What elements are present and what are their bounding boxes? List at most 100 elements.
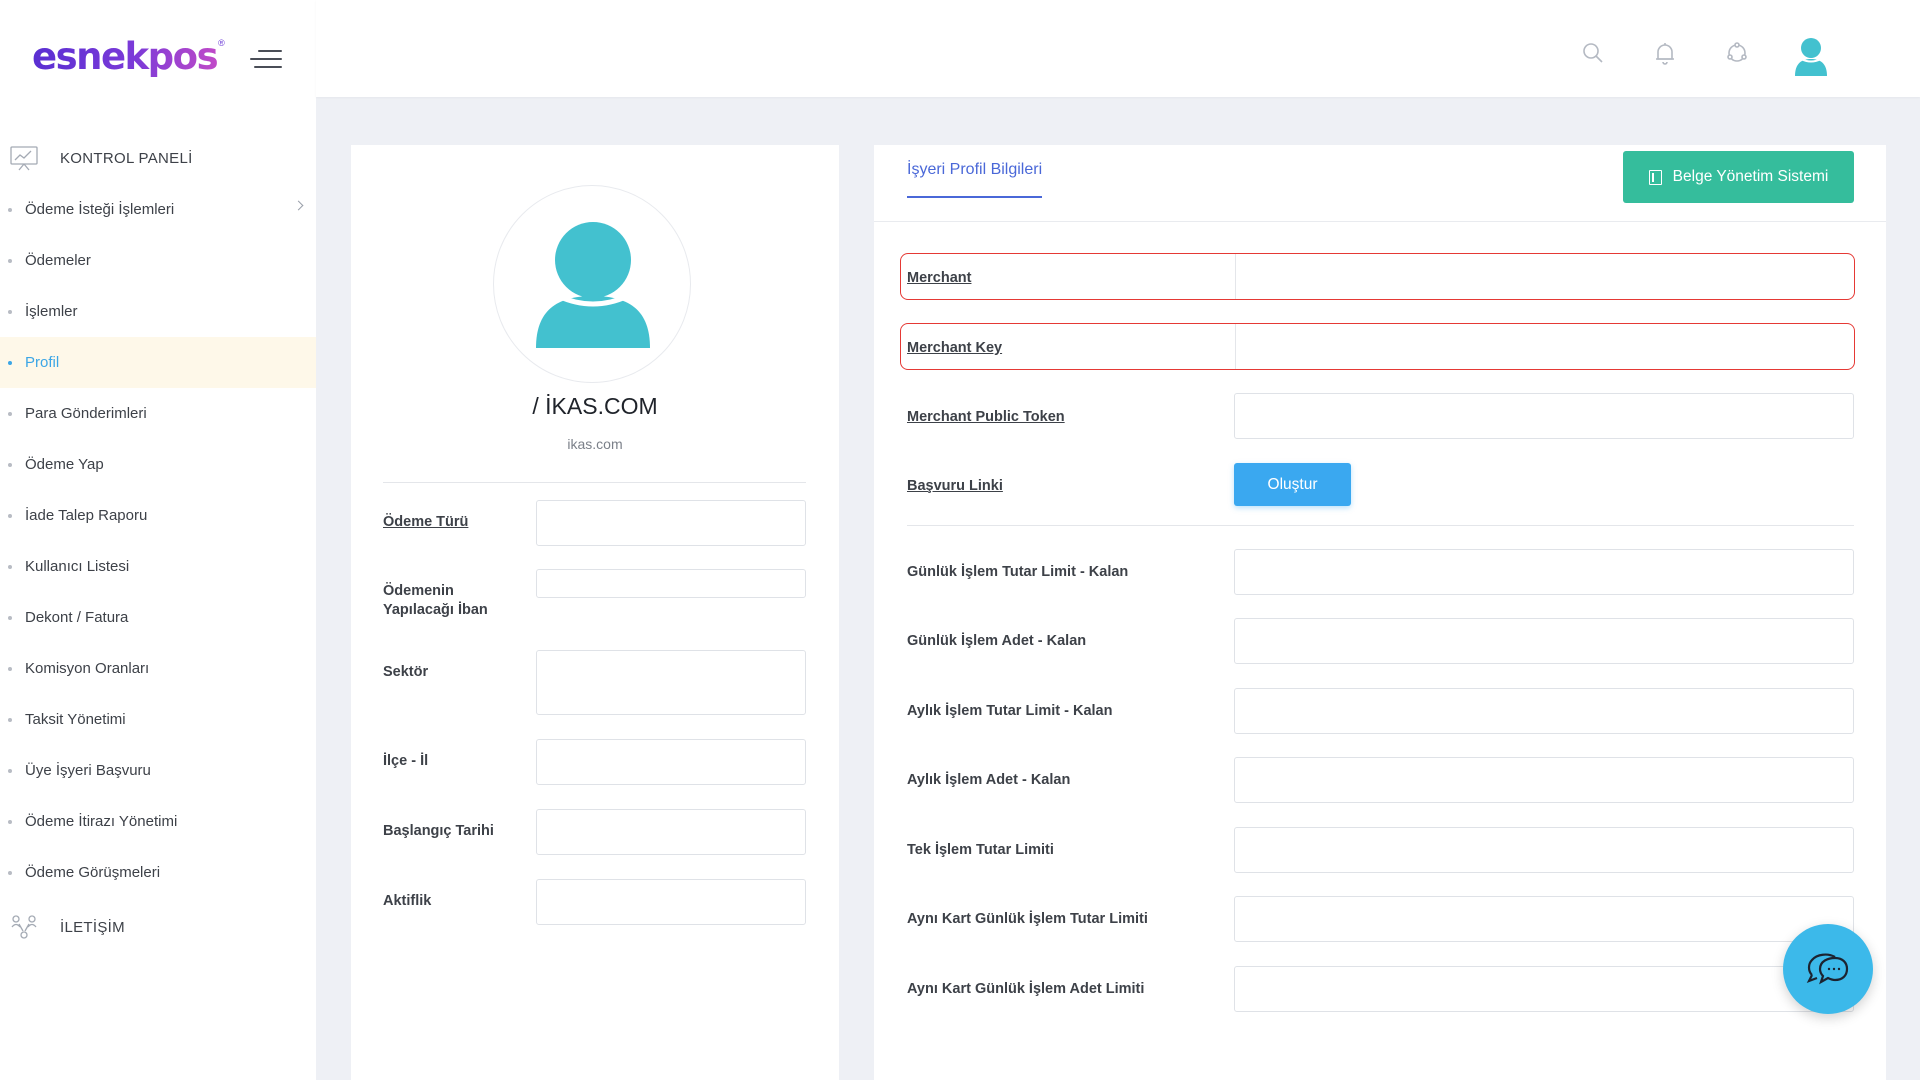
sidebar-item-uye-isyeri-basvuru[interactable]: Üye İşyeri Başvuru xyxy=(0,745,316,796)
document-management-button-label: Belge Yönetim Sistemi xyxy=(1672,168,1829,185)
section-kontrol-paneli-label: KONTROL PANELİ xyxy=(60,149,193,167)
contacts-network-icon xyxy=(8,911,40,943)
sidebar-item-odeme-istegi-islemleri[interactable]: Ödeme İsteği İşlemleri xyxy=(0,184,316,235)
company-name: / İKAS.COM xyxy=(532,393,658,419)
daily-amount-limit-label: Günlük İşlem Tutar Limit - Kalan xyxy=(907,564,1129,580)
monthly-count-field[interactable] xyxy=(1234,757,1854,803)
active-status-label: Aktiflik xyxy=(383,893,432,909)
chevron-right-icon xyxy=(293,200,304,211)
book-icon xyxy=(1648,169,1662,185)
bell-icon[interactable] xyxy=(1652,40,1678,66)
merchant-key-label: Merchant Key xyxy=(907,340,1003,356)
bullet-icon xyxy=(8,412,12,416)
iban-field[interactable] xyxy=(536,569,806,598)
esnekpos-logo[interactable]: esnekpos ® xyxy=(32,34,225,78)
sidebar-item-odemeler[interactable]: Ödemeler xyxy=(0,235,316,286)
sync-icon[interactable] xyxy=(1724,40,1750,66)
sidebar-item-label: Ödemeler xyxy=(25,252,91,269)
create-button[interactable]: Oluştur xyxy=(1234,463,1351,506)
sector-label: Sektör xyxy=(383,664,429,680)
sidebar-item-label: Dekont / Fatura xyxy=(25,609,129,626)
same-card-daily-count-field[interactable] xyxy=(1234,966,1854,1012)
presentation-chart-icon xyxy=(8,142,40,174)
payment-type-field[interactable] xyxy=(536,500,806,546)
merchant-public-token-label: Merchant Public Token xyxy=(907,409,1065,425)
single-transaction-limit-field[interactable] xyxy=(1234,827,1854,873)
sidebar-item-label: Üye İşyeri Başvuru xyxy=(25,762,151,779)
bullet-icon xyxy=(8,820,12,824)
sidebar-item-komisyon-oranlari[interactable]: Komisyon Oranları xyxy=(0,643,316,694)
monthly-amount-limit-field[interactable] xyxy=(1234,688,1854,734)
sidebar-item-odeme-itirazi-yonetimi[interactable]: Ödeme İtirazı Yönetimi xyxy=(0,796,316,847)
active-status-field[interactable] xyxy=(536,879,806,925)
sidebar-item-label: Profil xyxy=(25,354,60,371)
section-iletisim-label: İLETİŞİM xyxy=(60,918,125,936)
sidebar-item-label: Ödeme İtirazı Yönetimi xyxy=(25,813,178,830)
district-city-field[interactable] xyxy=(536,739,806,785)
sidebar-item-label: Kullanıcı Listesi xyxy=(25,558,130,575)
sidebar-item-dekont-fatura[interactable]: Dekont / Fatura xyxy=(0,592,316,643)
bullet-icon xyxy=(8,769,12,773)
iban-label: Ödemenin Yapılacağı İban xyxy=(383,582,513,620)
sidebar-item-para-gonderimleri[interactable]: Para Gönderimleri xyxy=(0,388,316,439)
sidebar-item-iade-talep-raporu[interactable]: İade Talep Raporu xyxy=(0,490,316,541)
document-management-button[interactable]: Belge Yönetim Sistemi xyxy=(1623,151,1854,203)
tab-isyeri-profil-bilgileri[interactable]: İşyeri Profil Bilgileri xyxy=(907,161,1043,198)
section-iletisim[interactable]: İLETİŞİM xyxy=(8,910,308,944)
sidebar-item-islemler[interactable]: İşlemler xyxy=(0,286,316,337)
sidebar-item-taksit-yonetimi[interactable]: Taksit Yönetimi xyxy=(0,694,316,745)
top-header xyxy=(316,0,1920,97)
same-card-daily-amount-label: Aynı Kart Günlük İşlem Tutar Limiti xyxy=(907,911,1148,927)
divider xyxy=(907,525,1854,526)
merchant-key-row-highlight xyxy=(900,323,1855,370)
live-chat-button[interactable] xyxy=(1783,924,1873,1014)
bullet-icon xyxy=(8,616,12,620)
monthly-amount-limit-label: Aylık İşlem Tutar Limit - Kalan xyxy=(907,703,1113,719)
iban-label-line1: Ödemenin xyxy=(383,583,454,599)
divider xyxy=(383,482,806,483)
sidebar-item-label: Komisyon Oranları xyxy=(25,660,150,677)
sidebar-item-odeme-yap[interactable]: Ödeme Yap xyxy=(0,439,316,490)
search-icon[interactable] xyxy=(1580,40,1606,66)
sidebar-item-label: İade Talep Raporu xyxy=(25,507,148,524)
bullet-icon xyxy=(8,667,12,671)
start-date-field[interactable] xyxy=(536,809,806,855)
daily-amount-limit-field[interactable] xyxy=(1234,549,1854,595)
sidebar-item-profil[interactable]: Profil xyxy=(0,337,316,388)
sidebar-item-label: Taksit Yönetimi xyxy=(25,711,126,728)
bullet-icon xyxy=(8,208,12,212)
section-kontrol-paneli[interactable]: KONTROL PANELİ xyxy=(8,141,308,175)
user-silhouette-icon xyxy=(536,222,650,348)
bullet-icon xyxy=(8,463,12,467)
user-avatar-icon[interactable] xyxy=(1792,36,1830,76)
merchant-label: Merchant xyxy=(907,270,972,286)
monthly-count-label: Aylık İşlem Adet - Kalan xyxy=(907,772,1071,788)
sidebar-item-label: Para Gönderimleri xyxy=(25,405,147,422)
merchant-row-highlight xyxy=(900,253,1855,300)
same-card-daily-amount-field[interactable] xyxy=(1234,896,1854,942)
merchant-public-token-field[interactable] xyxy=(1234,393,1854,439)
menu-toggle-icon[interactable] xyxy=(250,48,282,70)
sidebar-nav: Ödeme İsteği İşlemleri Ödemeler İşlemler… xyxy=(0,184,316,898)
logo-text: esnekpos xyxy=(32,34,219,78)
merchant-profile-card: İşyeri Profil Bilgileri Belge Yönetim Si… xyxy=(874,145,1886,1080)
bullet-icon xyxy=(8,718,12,722)
field-separator xyxy=(1235,324,1236,369)
sidebar-item-kullanici-listesi[interactable]: Kullanıcı Listesi xyxy=(0,541,316,592)
sidebar-item-label: Ödeme İsteği İşlemleri xyxy=(25,201,175,218)
daily-count-field[interactable] xyxy=(1234,618,1854,664)
sidebar-item-label: Ödeme Görüşmeleri xyxy=(25,864,161,881)
sidebar-item-label: İşlemler xyxy=(25,303,78,320)
application-link-label: Başvuru Linki xyxy=(907,478,1003,494)
single-transaction-limit-label: Tek İşlem Tutar Limiti xyxy=(907,842,1054,858)
sector-field[interactable] xyxy=(536,650,806,715)
daily-count-label: Günlük İşlem Adet - Kalan xyxy=(907,633,1087,649)
field-separator xyxy=(1235,254,1236,299)
profile-card: / İKAS.COM ikas.com Ödeme Türü Ödemenin … xyxy=(351,145,839,1080)
bullet-icon xyxy=(8,361,12,365)
sidebar-item-odeme-gorusmeleri[interactable]: Ödeme Görüşmeleri xyxy=(0,847,316,898)
payment-type-label: Ödeme Türü xyxy=(383,514,469,530)
company-domain: ikas.com xyxy=(567,436,623,452)
bullet-icon xyxy=(8,310,12,314)
chat-bubbles-icon xyxy=(1806,953,1849,985)
